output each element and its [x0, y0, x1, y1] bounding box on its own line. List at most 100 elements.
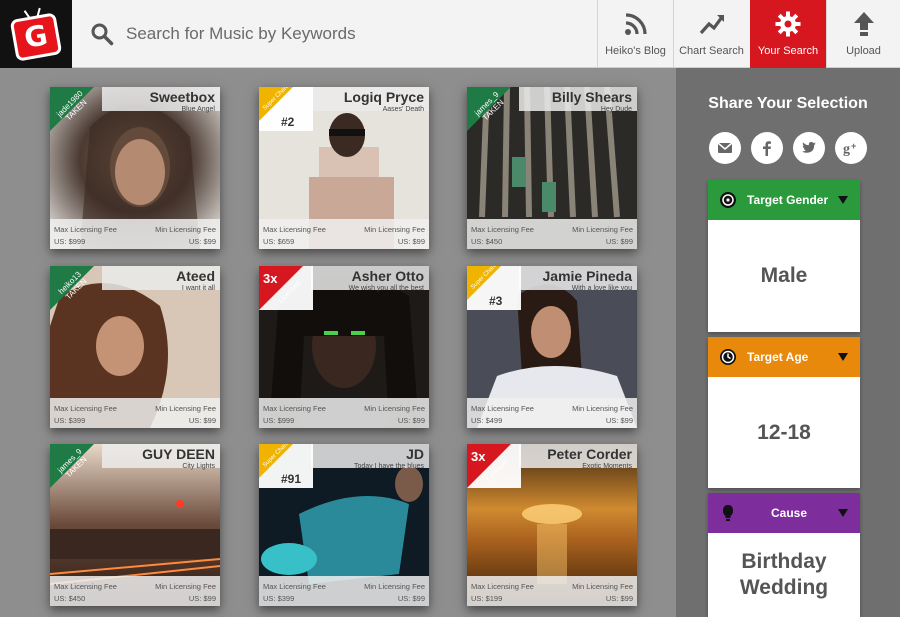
- track-title: We wish you all the best: [348, 285, 424, 292]
- track-title: Aases' Death: [382, 106, 424, 113]
- chevron-down-icon: [838, 353, 848, 361]
- artist-name: Ateed: [176, 268, 215, 284]
- max-fee-label: Max Licensing Fee: [263, 582, 326, 591]
- artist-name: Billy Shears: [551, 89, 632, 105]
- share-sidebar: Share Your Selection g + Target Gender Ma…: [676, 68, 900, 617]
- track-card-logiq-pryce[interactable]: Logiq Pryce Aases' Death Super Chart #2 …: [259, 87, 429, 249]
- facebook-icon[interactable]: [751, 132, 783, 164]
- card-footer: Max Licensing Fee US: $399 Min Licensing…: [50, 398, 220, 428]
- nav-chart-search[interactable]: Chart Search: [673, 0, 749, 68]
- card-footer: Max Licensing Fee US: $499 Min Licensing…: [467, 398, 637, 428]
- max-fee-label: Max Licensing Fee: [471, 404, 534, 413]
- min-fee-price: US: $99: [397, 237, 425, 246]
- results-grid: Sweetbox Blue Angel jade1980 TAKEN Max Li…: [0, 68, 676, 617]
- artist-name: Peter Corder: [547, 446, 632, 462]
- max-fee-price: US: $450: [471, 237, 503, 246]
- card-footer: Max Licensing Fee US: $450 Min Licensing…: [50, 576, 220, 606]
- track-title: City Lights: [182, 463, 215, 470]
- clock-icon: [720, 349, 736, 365]
- track-card-jamie-pineda[interactable]: Jamie Pineda With a love like you Super …: [467, 266, 637, 428]
- max-fee-price: US: $399: [54, 416, 86, 425]
- target-age-dropdown[interactable]: Target Age: [708, 337, 860, 377]
- panel-label: Target Age: [747, 350, 809, 364]
- min-fee-price: US: $99: [188, 416, 216, 425]
- track-title: Today I have the blues: [353, 463, 424, 470]
- artist-name: JD: [406, 446, 424, 462]
- search-input[interactable]: [126, 24, 546, 44]
- nav-heikos-blog[interactable]: Heiko's Blog: [597, 0, 673, 68]
- chart-rank: #3: [489, 294, 503, 308]
- max-fee-label: Max Licensing Fee: [471, 225, 534, 234]
- artist-name: Sweetbox: [149, 89, 215, 105]
- nav-label: Chart Search: [679, 45, 744, 57]
- max-fee-label: Max Licensing Fee: [471, 582, 534, 591]
- track-card-billy-shears[interactable]: Billy Shears Hey Dude james_9 TAKEN Max L…: [467, 87, 637, 249]
- track-card-guy-deen[interactable]: GUY DEEN City Lights james_9 TAKEN Max Li…: [50, 444, 220, 606]
- search-icon[interactable]: [90, 22, 114, 46]
- chevron-down-icon: [838, 196, 848, 204]
- search-bar: [72, 0, 597, 68]
- card-footer: Max Licensing Fee US: $199 Min Licensing…: [467, 576, 637, 606]
- target-age-value: 12-18: [757, 420, 811, 444]
- max-fee-price: US: $999: [54, 237, 86, 246]
- artist-name: Jamie Pineda: [542, 268, 633, 284]
- max-fee-label: Max Licensing Fee: [54, 225, 117, 234]
- card-footer: Max Licensing Fee US: $999 Min Licensing…: [259, 398, 429, 428]
- artist-name: Logiq Pryce: [343, 89, 424, 105]
- artist-name: GUY DEEN: [142, 446, 215, 462]
- email-icon[interactable]: [709, 132, 741, 164]
- track-title: With a love like you: [571, 285, 632, 292]
- share-title: Share Your Selection: [708, 95, 868, 112]
- max-fee-price: US: $499: [471, 416, 503, 425]
- min-fee-label: Min Licensing Fee: [155, 582, 216, 591]
- max-fee-price: US: $199: [471, 594, 503, 603]
- app-logo[interactable]: G: [0, 0, 72, 68]
- card-footer: Max Licensing Fee US: $450 Min Licensing…: [467, 219, 637, 249]
- track-card-jd[interactable]: JD Today I have the blues Super Chart #9…: [259, 444, 429, 606]
- nav-label: Upload: [846, 45, 881, 57]
- track-card-peter-corder[interactable]: Peter Corder Exotic Moments 3x Licensed …: [467, 444, 637, 606]
- min-fee-price: US: $99: [605, 237, 633, 246]
- max-fee-label: Max Licensing Fee: [54, 404, 117, 413]
- nav-upload[interactable]: Upload: [826, 0, 900, 68]
- svg-text:+: +: [851, 141, 856, 151]
- max-fee-price: US: $450: [54, 594, 86, 603]
- svg-text:g: g: [843, 142, 850, 157]
- track-card-asher-otto[interactable]: Asher Otto We wish you all the best 3x L…: [259, 266, 429, 428]
- min-fee-label: Min Licensing Fee: [364, 225, 425, 234]
- chevron-down-icon: [838, 509, 848, 517]
- target-age-panel: Target Age 12-18: [708, 337, 860, 488]
- cause-value: Birthday Wedding: [739, 550, 829, 599]
- min-fee-price: US: $99: [605, 416, 633, 425]
- card-footer: Max Licensing Fee US: $659 Min Licensing…: [259, 219, 429, 249]
- min-fee-label: Min Licensing Fee: [155, 404, 216, 413]
- rss-icon: [624, 13, 647, 35]
- track-title: Blue Angel: [181, 106, 215, 113]
- target-icon: [720, 192, 736, 208]
- target-gender-dropdown[interactable]: Target Gender: [708, 180, 860, 220]
- min-fee-label: Min Licensing Fee: [572, 225, 633, 234]
- nav-your-search[interactable]: Your Search: [750, 0, 826, 68]
- min-fee-price: US: $99: [397, 594, 425, 603]
- track-card-sweetbox[interactable]: Sweetbox Blue Angel jade1980 TAKEN Max Li…: [50, 87, 220, 249]
- twitter-icon[interactable]: [793, 132, 825, 164]
- min-fee-label: Min Licensing Fee: [155, 225, 216, 234]
- nav-label: Heiko's Blog: [605, 45, 666, 57]
- max-fee-label: Max Licensing Fee: [263, 225, 326, 234]
- cause-dropdown[interactable]: Cause: [708, 493, 860, 533]
- track-title: I want it all: [181, 285, 215, 292]
- track-card-ateed[interactable]: Ateed I want it all heiko13 TAKEN Max Lic…: [50, 266, 220, 428]
- card-footer: Max Licensing Fee US: $399 Min Licensing…: [259, 576, 429, 606]
- nav-label: Your Search: [757, 45, 819, 57]
- google-plus-icon[interactable]: g +: [835, 132, 867, 164]
- artist-name: Asher Otto: [351, 268, 424, 284]
- target-gender-panel: Target Gender Male: [708, 180, 860, 332]
- min-fee-price: US: $99: [605, 594, 633, 603]
- cause-panel: Cause Birthday Wedding: [708, 493, 860, 617]
- panel-label: Cause: [771, 506, 808, 520]
- tv-logo-icon: G: [9, 12, 63, 62]
- max-fee-price: US: $399: [263, 594, 295, 603]
- panel-label: Target Gender: [747, 193, 829, 207]
- max-fee-label: Max Licensing Fee: [263, 404, 326, 413]
- lightbulb-icon: [723, 505, 733, 521]
